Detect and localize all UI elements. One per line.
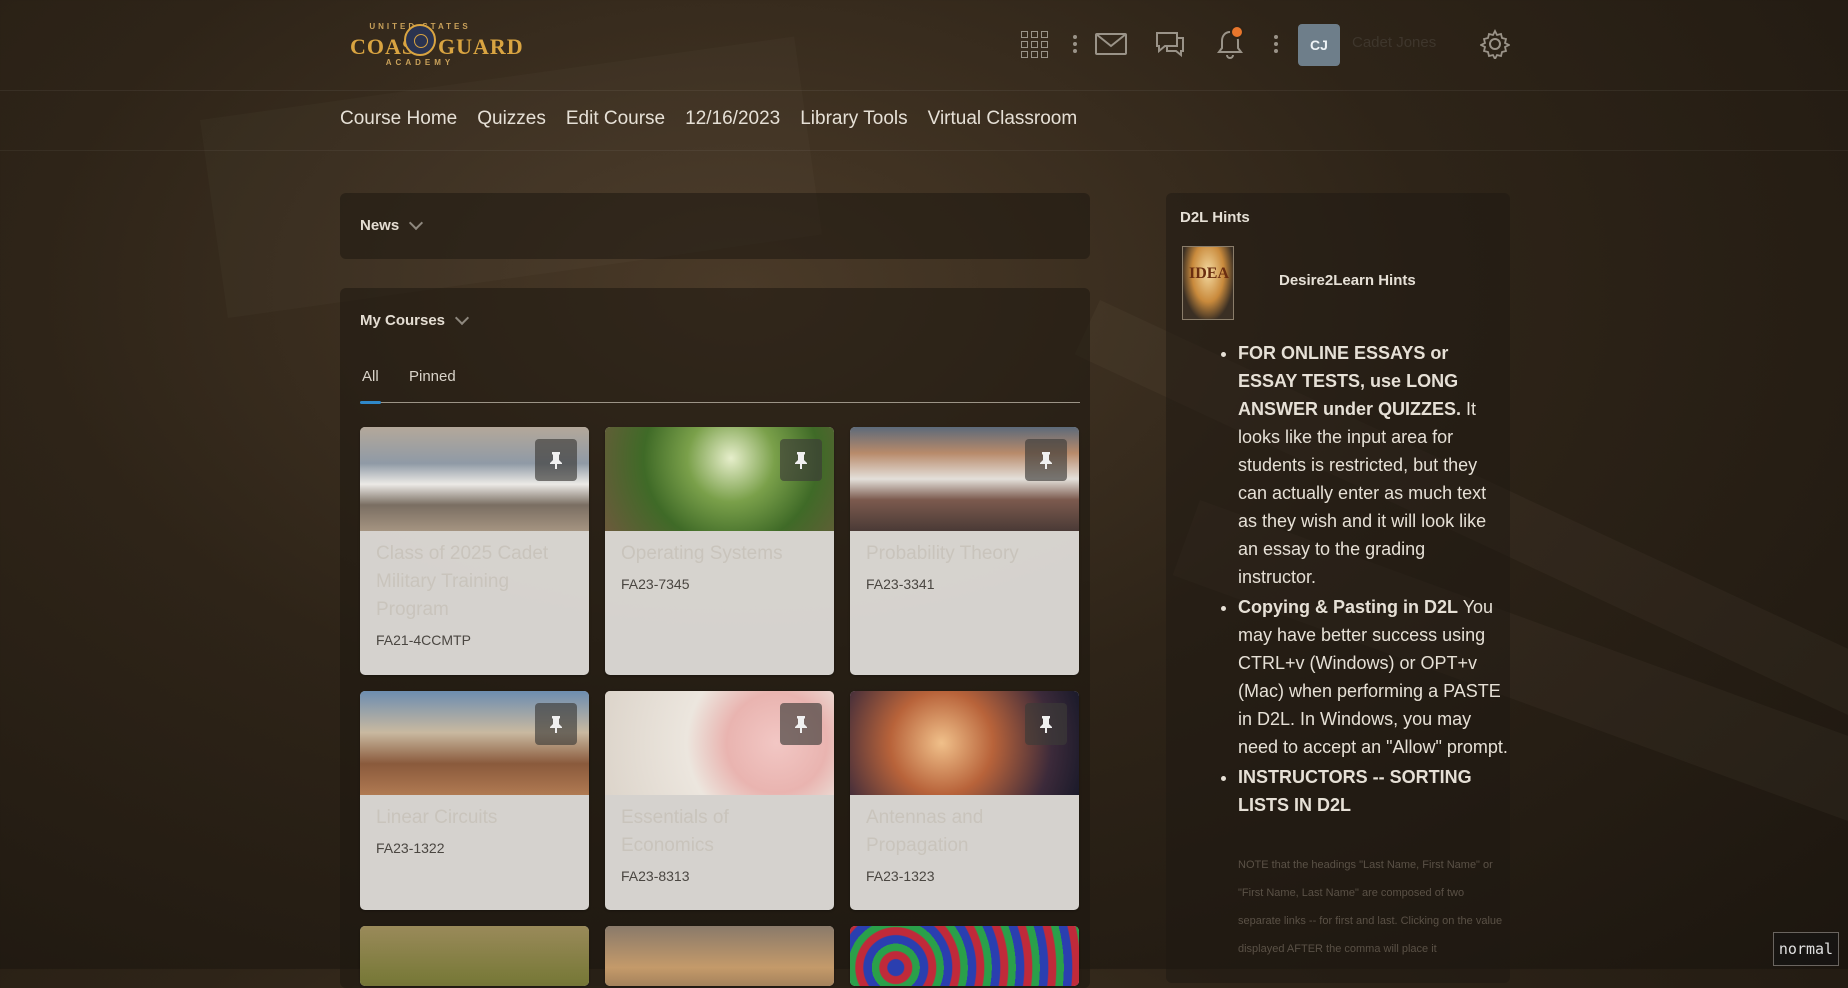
logo-bottom-text: ACADEMY xyxy=(385,58,455,67)
course-card[interactable]: Essentials of Economics FA23-8313 xyxy=(605,691,834,910)
course-title: Probability Theory xyxy=(866,543,1019,564)
course-image xyxy=(850,926,1079,986)
course-tabs: All Pinned xyxy=(360,368,1080,404)
idea-label: IDEA xyxy=(1189,265,1230,282)
avatar[interactable]: CJ xyxy=(1298,24,1340,66)
course-code: FA21-4CCMTP xyxy=(376,632,471,648)
chat-icon[interactable] xyxy=(1152,26,1188,62)
course-code: FA23-3341 xyxy=(866,576,935,592)
bell-icon[interactable] xyxy=(1214,25,1246,62)
hint-title: INSTRUCTORS -- SORTING LISTS IN D2L xyxy=(1238,767,1472,815)
top-header: UNITED STATES COAST GUARD ACADEMY CJ Cad… xyxy=(0,0,1848,91)
notification-badge xyxy=(1230,25,1244,39)
course-card[interactable] xyxy=(605,926,834,986)
mode-indicator: normal xyxy=(1773,932,1839,966)
course-image xyxy=(360,926,589,986)
hint-text: You may have better success using CTRL+v… xyxy=(1238,597,1508,757)
academy-logo[interactable]: UNITED STATES COAST GUARD ACADEMY xyxy=(350,22,523,70)
pin-icon[interactable] xyxy=(1025,703,1067,745)
list-item: FOR ONLINE ESSAYS or ESSAY TESTS, use LO… xyxy=(1238,339,1508,591)
course-code: FA23-7345 xyxy=(621,576,690,592)
course-title: Essentials of Economics xyxy=(621,807,729,856)
course-card[interactable]: Linear Circuits FA23-1322 xyxy=(360,691,589,910)
nav-library-tools[interactable]: Library Tools xyxy=(800,108,907,130)
hint-note: NOTE that the headings "Last Name, First… xyxy=(1238,859,1503,955)
news-widget: News xyxy=(340,193,1090,259)
gear-icon[interactable] xyxy=(1478,26,1512,62)
logo-right-text: GUARD xyxy=(438,34,524,59)
nav-course-home[interactable]: Course Home xyxy=(340,108,457,130)
tab-all[interactable]: All xyxy=(362,368,379,385)
course-card[interactable] xyxy=(360,926,589,986)
nav-date[interactable]: 12/16/2023 xyxy=(685,108,780,130)
nav-edit-course[interactable]: Edit Course xyxy=(566,108,665,130)
active-tab-indicator xyxy=(360,401,381,404)
news-header[interactable]: News xyxy=(360,215,424,234)
course-title: Linear Circuits xyxy=(376,807,498,828)
kebab-icon[interactable] xyxy=(1070,26,1080,62)
course-title: Operating Systems xyxy=(621,543,783,564)
pin-icon[interactable] xyxy=(535,439,577,481)
pin-icon[interactable] xyxy=(1025,439,1067,481)
kebab-icon[interactable] xyxy=(1271,26,1281,62)
hint-title: FOR ONLINE ESSAYS or ESSAY TESTS, use LO… xyxy=(1238,343,1462,419)
course-card[interactable]: Antennas and Propagation FA23-1323 xyxy=(850,691,1079,910)
course-code: FA23-1323 xyxy=(866,868,935,884)
idea-bulb-image: IDEA xyxy=(1182,246,1234,320)
hint-text: It looks like the input area for student… xyxy=(1238,399,1487,587)
hint-title: Copying & Pasting in D2L xyxy=(1238,597,1459,617)
pin-icon[interactable] xyxy=(780,703,822,745)
my-courses-header[interactable]: My Courses xyxy=(360,310,470,329)
user-name[interactable]: Cadet Jones xyxy=(1352,34,1436,51)
pin-icon[interactable] xyxy=(535,703,577,745)
my-courses-title: My Courses xyxy=(360,312,446,329)
list-item: Copying & Pasting in D2L You may have be… xyxy=(1238,593,1508,761)
my-courses-widget: My Courses All Pinned Class of 2025 Cade… xyxy=(340,288,1090,988)
mail-icon[interactable] xyxy=(1094,26,1128,62)
hints-name: Desire2Learn Hints xyxy=(1279,272,1416,289)
chevron-down-icon[interactable] xyxy=(409,215,424,231)
seal-icon xyxy=(404,24,436,56)
hints-heading: D2L Hints xyxy=(1180,209,1250,226)
pin-icon[interactable] xyxy=(780,439,822,481)
hints-list: FOR ONLINE ESSAYS or ESSAY TESTS, use LO… xyxy=(1222,339,1508,821)
course-code: FA23-1322 xyxy=(376,840,445,856)
nav-virtual-classroom[interactable]: Virtual Classroom xyxy=(928,108,1078,130)
course-title: Antennas and Propagation xyxy=(866,807,984,856)
course-card[interactable]: Probability Theory FA23-3341 xyxy=(850,427,1079,675)
nav-quizzes[interactable]: Quizzes xyxy=(477,108,546,130)
course-card[interactable]: Class of 2025 Cadet Military Training Pr… xyxy=(360,427,589,675)
course-card[interactable] xyxy=(850,926,1079,986)
course-code: FA23-8313 xyxy=(621,868,690,884)
course-nav: Course Home Quizzes Edit Course 12/16/20… xyxy=(0,90,1848,151)
course-card[interactable]: Operating Systems FA23-7345 xyxy=(605,427,834,675)
grid-icon[interactable] xyxy=(1018,26,1050,62)
news-title: News xyxy=(360,217,400,234)
list-item: INSTRUCTORS -- SORTING LISTS IN D2L xyxy=(1238,763,1508,819)
course-image xyxy=(605,926,834,986)
chevron-down-icon[interactable] xyxy=(454,310,470,326)
tab-pinned[interactable]: Pinned xyxy=(409,368,456,385)
course-title: Class of 2025 Cadet Military Training Pr… xyxy=(376,543,549,620)
